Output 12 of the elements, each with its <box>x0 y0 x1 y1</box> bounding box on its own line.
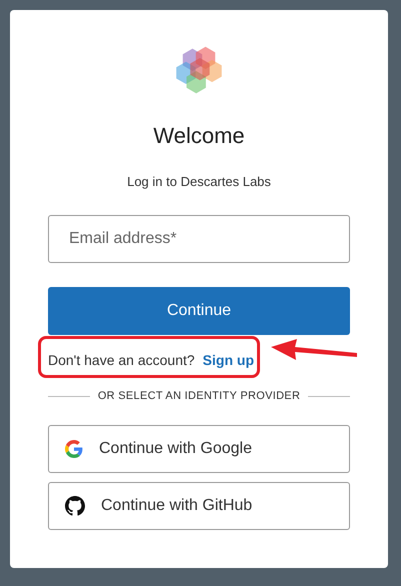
subtitle: Log in to Descartes Labs <box>127 172 271 191</box>
sign-up-link[interactable]: Sign up <box>202 350 254 370</box>
provider-button[interactable]: Continue with GitHub <box>48 482 350 530</box>
arrow-icon <box>271 339 358 361</box>
signup-prompt: Don't have an account? <box>48 350 195 370</box>
email-field[interactable]: Email address* <box>48 215 350 263</box>
divider-label: OR SELECT AN IDENTITY PROVIDER <box>98 389 300 404</box>
github-icon <box>65 496 85 516</box>
provider-button[interactable]: Continue with Google <box>48 424 350 472</box>
welcome-title: Welcome <box>153 122 245 150</box>
continue-button[interactable]: Continue <box>48 287 350 335</box>
google-icon <box>65 440 83 458</box>
